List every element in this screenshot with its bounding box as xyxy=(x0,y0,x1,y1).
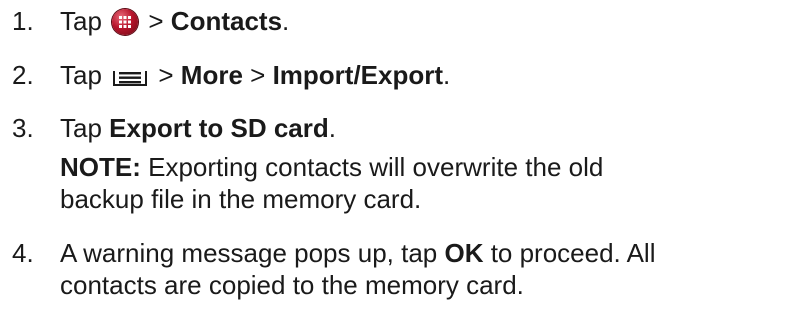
step-text: Tap Export to SD card. xyxy=(60,113,336,143)
step-2-bold-more: More xyxy=(180,60,243,90)
step-4-line-2: contacts are copied to the memory card. xyxy=(60,270,524,300)
step-text: A warning message pops up, tap OK to pro… xyxy=(60,238,655,268)
step-1-separator: > xyxy=(141,6,171,36)
step-2-bold-import-export: Import/Export xyxy=(272,60,444,90)
step-1-pre: Tap xyxy=(60,6,102,36)
note-text-1: Exporting contacts will overwrite the ol… xyxy=(140,152,604,182)
step-number: 1. xyxy=(12,6,34,36)
step-text: Tap > More > Import/Export. xyxy=(60,60,450,90)
step-3-bold: Export to SD card xyxy=(109,113,329,143)
step-number: 2. xyxy=(12,60,34,90)
step-number: 3. xyxy=(12,113,34,143)
app-grid-icon xyxy=(112,9,139,35)
step-2-post: . xyxy=(443,60,451,90)
note-label: NOTE: xyxy=(60,152,141,182)
step-3-post: . xyxy=(328,113,336,143)
step-2-separator-2: > xyxy=(242,60,273,90)
step-3-pre: Tap xyxy=(60,113,110,143)
step-2-separator-1: > xyxy=(151,60,181,90)
step-text: Tap > Contacts. xyxy=(60,6,289,36)
step-number: 4. xyxy=(12,238,34,268)
step-4-post: to proceed. All xyxy=(483,238,656,268)
menu-icon xyxy=(113,64,148,86)
step-4-bold: OK xyxy=(444,238,484,268)
step-2-pre: Tap xyxy=(60,60,102,90)
step-1-post: . xyxy=(282,6,290,36)
step-1-bold: Contacts xyxy=(170,6,283,36)
note-line-1: NOTE: Exporting contacts will overwrite … xyxy=(60,152,603,182)
note-line-2: backup file in the memory card. xyxy=(60,184,422,214)
step-4-pre: A warning message pops up, tap xyxy=(60,238,445,268)
